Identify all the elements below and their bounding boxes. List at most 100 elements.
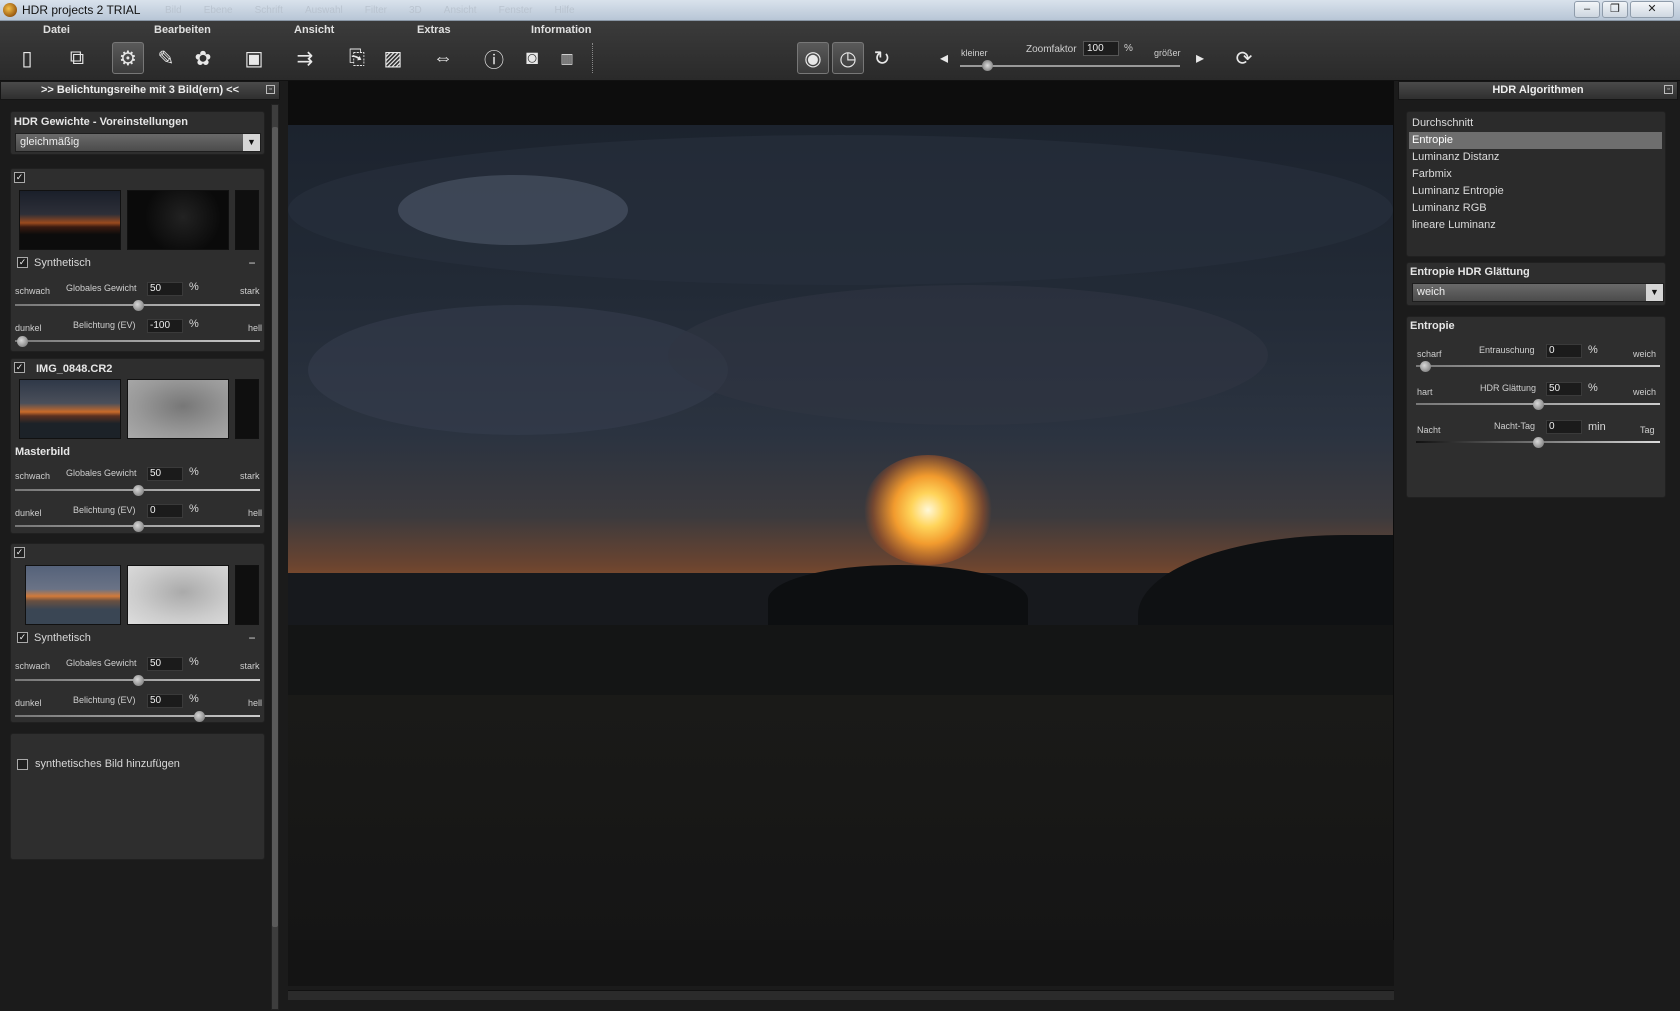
menu-datei[interactable]: Datei bbox=[43, 24, 70, 36]
viewport-horizontal-scrollbar[interactable] bbox=[288, 990, 1394, 1000]
image-3-thumbnail[interactable] bbox=[25, 565, 121, 625]
image-1-exposure-input[interactable]: -100 bbox=[147, 319, 183, 333]
image-2-weight-input[interactable]: 50 bbox=[147, 467, 183, 481]
dark-label: dunkel bbox=[15, 698, 42, 708]
chevron-down-icon[interactable]: ▼ bbox=[243, 134, 260, 151]
copy-icon[interactable]: ⧉ bbox=[61, 42, 93, 74]
info-icon[interactable]: ⓘ bbox=[478, 42, 510, 74]
resize-icon[interactable]: ⇔ bbox=[427, 42, 459, 74]
denoise-track[interactable] bbox=[1416, 365, 1660, 367]
hdr-smoothing-knob[interactable] bbox=[1533, 399, 1544, 410]
strong-label: stark bbox=[240, 286, 260, 296]
exposure-series-header: >> Belichtungsreihe mit 3 Bild(ern) << ▫ bbox=[0, 81, 280, 100]
image-2-thumbnail[interactable] bbox=[19, 379, 121, 439]
zoom-slider-thumb[interactable] bbox=[982, 60, 993, 71]
image-3-exposure-knob[interactable] bbox=[193, 711, 205, 722]
algorithm-item-selected[interactable]: Entropie bbox=[1409, 132, 1662, 149]
image-3-exposure-track[interactable] bbox=[15, 715, 260, 717]
minimize-button[interactable]: – bbox=[1574, 1, 1600, 18]
ghost-menu-item: 3D bbox=[409, 5, 422, 16]
image-2-weight-knob[interactable] bbox=[132, 485, 144, 496]
viewport-bottom-area bbox=[288, 940, 1394, 986]
close-button[interactable]: ✕ bbox=[1630, 1, 1674, 18]
preview-eye-icon[interactable]: ◉ bbox=[797, 42, 829, 74]
hdr-preview-image[interactable] bbox=[288, 125, 1393, 940]
remove-1-button[interactable]: − bbox=[245, 257, 259, 270]
sun-glow bbox=[863, 455, 993, 565]
entropy-title: Entropie bbox=[1410, 320, 1455, 332]
image-3-weight-knob[interactable] bbox=[132, 675, 144, 686]
weak-label: schwach bbox=[15, 471, 51, 481]
menu-information[interactable]: Information bbox=[531, 24, 592, 36]
export-icon[interactable]: ⇉ bbox=[289, 42, 321, 74]
image-3-checkbox[interactable]: ✓ bbox=[14, 547, 25, 558]
pin-icon[interactable]: ▫ bbox=[266, 85, 275, 94]
algorithm-item[interactable]: Luminanz Entropie bbox=[1409, 183, 1662, 200]
restore-button[interactable]: ❐ bbox=[1602, 1, 1628, 18]
window-title: HDR projects 2 TRIAL bbox=[22, 3, 141, 17]
algorithm-item[interactable]: Luminanz Distanz bbox=[1409, 149, 1662, 166]
histogram-icon[interactable]: ▥ bbox=[551, 42, 583, 74]
zoom-input[interactable]: 100 bbox=[1083, 41, 1119, 56]
ghost-menu-item: Ansicht bbox=[443, 5, 477, 16]
zoom-in-button[interactable]: ▸ bbox=[1184, 42, 1216, 74]
auto-icon[interactable]: ◷ bbox=[832, 42, 864, 74]
denoise-input[interactable]: 0 bbox=[1546, 344, 1582, 358]
night-day-knob[interactable] bbox=[1533, 437, 1544, 448]
smoothing-select[interactable]: weich ▼ bbox=[1412, 283, 1664, 302]
save-icon[interactable]: ▣ bbox=[238, 42, 270, 74]
crop-compare-icon[interactable]: ▨ bbox=[377, 42, 409, 74]
synthetic-1-checkbox[interactable]: ✓ bbox=[17, 257, 28, 268]
image-1-thumbnail[interactable] bbox=[19, 190, 121, 250]
param-unit: min bbox=[1588, 421, 1606, 433]
brush-icon[interactable]: ✎ bbox=[150, 42, 182, 74]
left-panel-scrollbar[interactable] bbox=[271, 104, 279, 1010]
menu-bearbeiten[interactable]: Bearbeiten bbox=[154, 24, 211, 36]
palette-icon[interactable]: ✿ bbox=[187, 42, 219, 74]
image-1-exposure-track[interactable] bbox=[15, 340, 260, 342]
night-day-input[interactable]: 0 bbox=[1546, 420, 1582, 434]
zoom-slider-track[interactable] bbox=[960, 65, 1180, 67]
image-1-exposure-knob[interactable] bbox=[17, 336, 28, 347]
ghost-menu-item: Ebene bbox=[203, 5, 233, 16]
algorithm-item[interactable]: Luminanz RGB bbox=[1409, 200, 1662, 217]
add-synthetic-checkbox[interactable] bbox=[17, 759, 28, 770]
weights-preset-select[interactable]: gleichmäßig ▼ bbox=[15, 133, 261, 152]
add-synthetic-label[interactable]: synthetisches Bild hinzufügen bbox=[35, 758, 180, 770]
algorithm-item[interactable]: Farbmix bbox=[1409, 166, 1662, 183]
cloud-shape bbox=[668, 285, 1268, 425]
synthetic-3-checkbox[interactable]: ✓ bbox=[17, 632, 28, 643]
exif-icon[interactable]: ◙ bbox=[516, 42, 548, 74]
percent-label: % bbox=[189, 318, 199, 330]
image-1-weight-knob[interactable] bbox=[132, 300, 144, 311]
algorithm-item[interactable]: Durchschnitt bbox=[1409, 115, 1662, 132]
image-1-weight-input[interactable]: 50 bbox=[147, 282, 183, 296]
left-panel-scroll-thumb[interactable] bbox=[272, 127, 278, 927]
image-2-exposure-input[interactable]: 0 bbox=[147, 504, 183, 518]
image-2-checkbox[interactable]: ✓ bbox=[14, 362, 25, 373]
param-right-label: weich bbox=[1633, 387, 1657, 397]
settings-icon[interactable]: ⚙ bbox=[112, 42, 144, 74]
smoothing-title: Entropie HDR Glättung bbox=[1410, 266, 1530, 278]
chevron-down-icon[interactable]: ▼ bbox=[1646, 284, 1663, 301]
algorithm-item[interactable]: lineare Luminanz bbox=[1409, 217, 1662, 234]
image-3-exposure-input[interactable]: 50 bbox=[147, 694, 183, 708]
algorithms-title: HDR Algorithmen bbox=[1492, 84, 1584, 96]
image-2-exposure-knob[interactable] bbox=[132, 521, 144, 532]
menu-extras[interactable]: Extras bbox=[417, 24, 451, 36]
hdr-smoothing-input[interactable]: 50 bbox=[1546, 382, 1582, 396]
denoise-knob[interactable] bbox=[1420, 361, 1431, 372]
menu-ansicht[interactable]: Ansicht bbox=[294, 24, 334, 36]
weak-label: schwach bbox=[15, 661, 51, 671]
param-unit: % bbox=[1588, 382, 1598, 394]
refresh-icon[interactable]: ↻ bbox=[866, 42, 898, 74]
image-3-weight-input[interactable]: 50 bbox=[147, 657, 183, 671]
right-hill bbox=[1138, 535, 1393, 635]
zoom-out-button[interactable]: ◂ bbox=[928, 42, 960, 74]
batch-icon[interactable]: ⎘ bbox=[341, 42, 373, 74]
pin-icon[interactable]: ▫ bbox=[1664, 85, 1673, 94]
remove-3-button[interactable]: − bbox=[245, 632, 259, 645]
rotate-icon[interactable]: ⟳ bbox=[1228, 42, 1260, 74]
image-1-checkbox[interactable]: ✓ bbox=[14, 172, 25, 183]
new-icon[interactable]: ▯ bbox=[11, 42, 43, 74]
